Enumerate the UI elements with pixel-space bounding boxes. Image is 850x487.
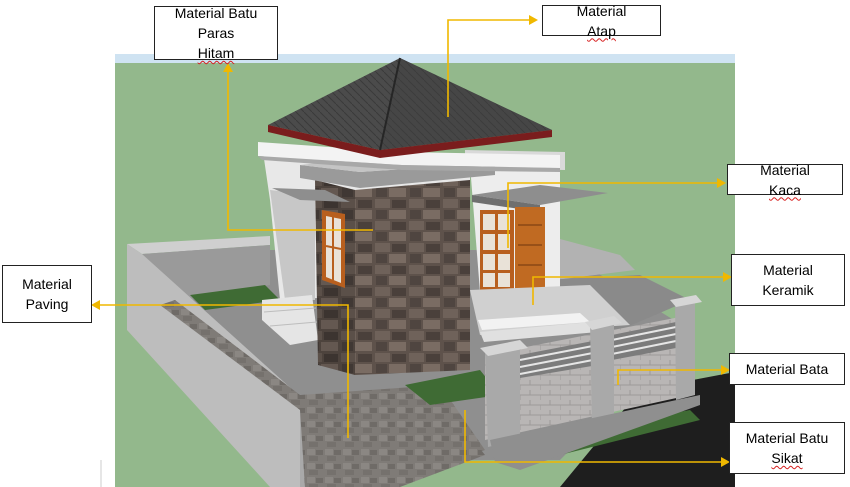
label-batu-sikat-line2: Sikat (771, 450, 803, 466)
stone-tower-front (355, 180, 470, 375)
label-keramik-line2: Keramik (762, 282, 814, 298)
label-paving-line1: Material (22, 276, 72, 292)
label-batu-paras-hitam-line2a: Paras (197, 25, 235, 41)
label-batu-sikat-line1: Material Batu (745, 430, 829, 446)
label-keramik-line1: Material (763, 262, 813, 278)
label-batu-sikat: Material Batu Sikat (729, 422, 845, 474)
arrow-atap (529, 15, 538, 25)
door (515, 207, 545, 293)
fence-pillar-mid (590, 318, 614, 425)
label-paving: Material Paving (2, 265, 92, 323)
label-kaca: Material Kaca (727, 162, 843, 198)
label-kaca-a: Material (760, 161, 810, 178)
label-kaca-b: Kaca (769, 181, 801, 198)
label-batu-paras-hitam-line1: Material Batu (174, 5, 258, 21)
label-atap: Material Atap (542, 3, 661, 39)
fence-pillar-left (485, 345, 520, 447)
label-batu-paras-hitam: Material Batu Paras Hitam (154, 5, 278, 61)
house-illustration (91, 15, 735, 487)
label-bata-text: Material Bata (745, 361, 829, 377)
label-paving-line2: Paving (25, 296, 69, 312)
label-atap-a: Material (576, 2, 627, 19)
fence-pillar-right (675, 297, 695, 400)
label-atap-b: Atap (587, 22, 616, 39)
label-bata: Material Bata (729, 353, 845, 385)
arrow-paving (91, 300, 100, 310)
label-batu-paras-hitam-line2b: Hitam (197, 45, 235, 61)
label-keramik: Material Keramik (731, 254, 845, 306)
